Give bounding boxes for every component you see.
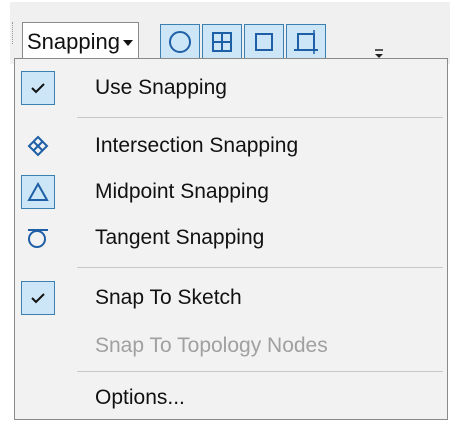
snapping-toolbar: Snapping bbox=[10, 2, 450, 64]
snap-to-sketch-check-cell bbox=[21, 281, 55, 315]
menu-item-label: Tangent Snapping bbox=[95, 226, 265, 249]
menu-item-snap-to-topology-nodes: Snap To Topology Nodes bbox=[15, 323, 447, 369]
intersection-icon-cell bbox=[21, 129, 55, 163]
end-snapping-button[interactable] bbox=[202, 24, 242, 60]
tangent-sigma-icon bbox=[28, 229, 48, 248]
menu-item-label: Snap To Topology Nodes bbox=[95, 334, 328, 357]
circle-icon bbox=[169, 31, 191, 53]
point-snapping-button[interactable] bbox=[160, 24, 200, 60]
triangle-icon bbox=[27, 181, 49, 201]
menu-item-label: Snap To Sketch bbox=[95, 286, 242, 309]
menu-item-label: Midpoint Snapping bbox=[95, 180, 269, 203]
menu-separator bbox=[77, 267, 443, 268]
chevron-down-icon bbox=[122, 39, 133, 46]
use-snapping-check-cell bbox=[21, 71, 55, 105]
menu-item-label: Use Snapping bbox=[95, 76, 227, 99]
checkmark-icon bbox=[31, 293, 45, 304]
edge-snapping-button[interactable] bbox=[286, 24, 326, 60]
intersection-diamond-icon bbox=[27, 135, 49, 157]
menu-item-use-snapping[interactable]: Use Snapping bbox=[15, 65, 447, 111]
menu-item-tangent-snapping[interactable]: Tangent Snapping bbox=[15, 215, 447, 261]
edge-square-icon bbox=[294, 30, 318, 54]
menu-item-intersection-snapping[interactable]: Intersection Snapping bbox=[15, 123, 447, 169]
screenshot-stage: Snapping Use Snapping Intersection Snapp… bbox=[0, 0, 457, 426]
menu-separator bbox=[77, 371, 443, 372]
checkmark-icon bbox=[31, 83, 45, 94]
midpoint-icon-cell bbox=[21, 175, 55, 209]
menu-item-snap-to-sketch[interactable]: Snap To Sketch bbox=[15, 275, 447, 321]
menu-item-label: Options... bbox=[95, 386, 185, 409]
snapping-menu: Use Snapping Intersection Snapping Midpo… bbox=[14, 58, 448, 420]
menu-item-label: Intersection Snapping bbox=[95, 134, 299, 157]
toolbar-grip[interactable] bbox=[12, 22, 15, 44]
grid-square-icon bbox=[212, 32, 232, 52]
vertex-snapping-button[interactable] bbox=[244, 24, 284, 60]
tangent-icon-cell bbox=[21, 221, 55, 255]
square-icon bbox=[255, 33, 273, 51]
menu-item-options[interactable]: Options... bbox=[15, 375, 447, 421]
snapping-dropdown[interactable]: Snapping bbox=[22, 22, 139, 60]
menu-item-midpoint-snapping[interactable]: Midpoint Snapping bbox=[15, 169, 447, 215]
snapping-dropdown-label: Snapping bbox=[27, 28, 120, 54]
menu-separator bbox=[77, 117, 443, 118]
